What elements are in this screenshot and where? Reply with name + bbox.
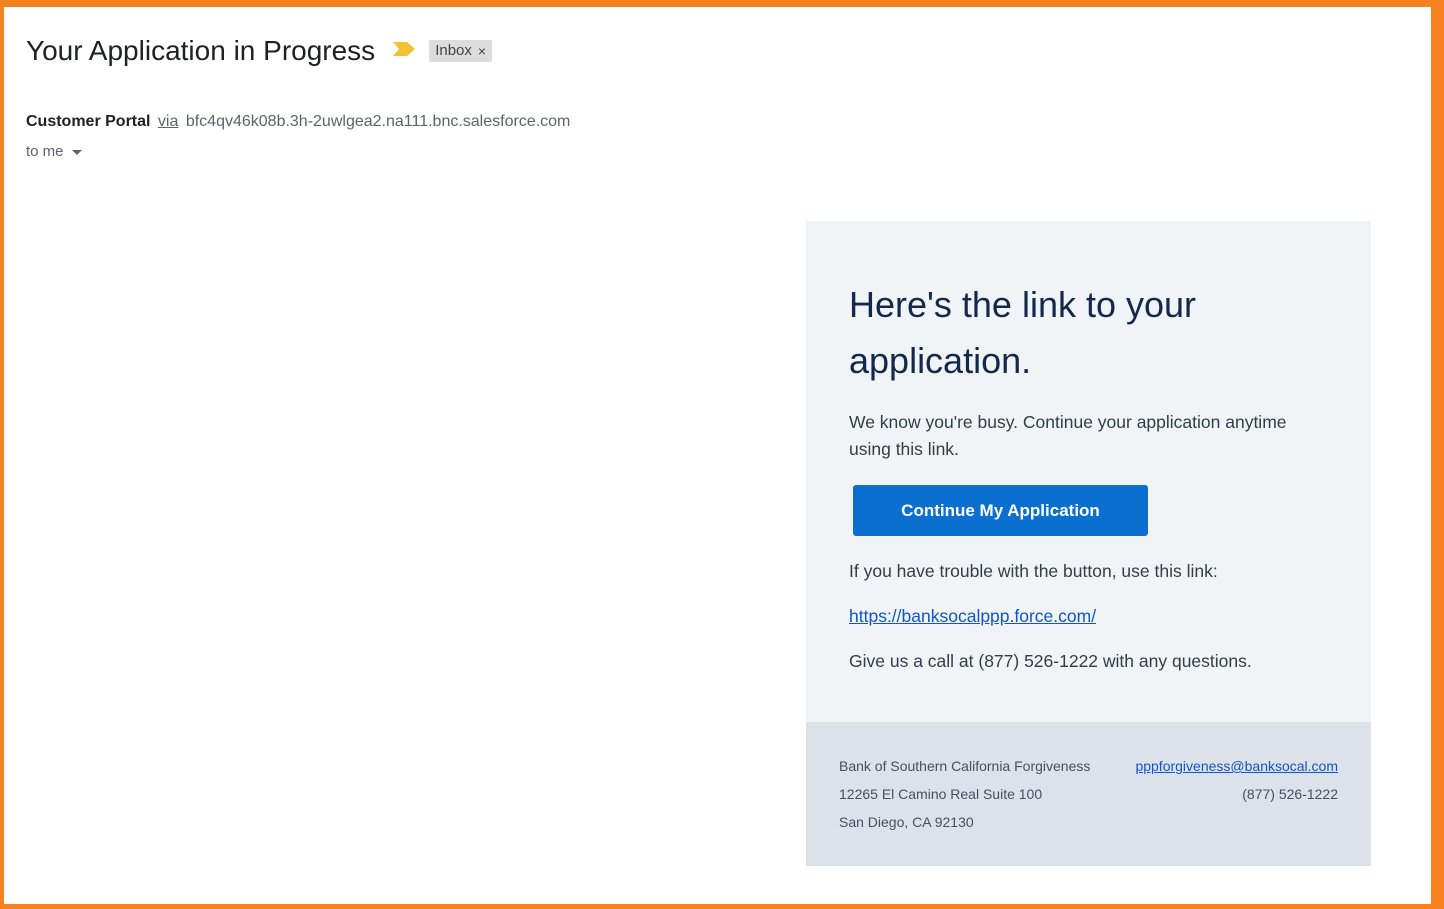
sender-row: Customer Portal via bfc4qv46k08b.3h-2uwl… [26,113,570,131]
continue-application-button[interactable]: Continue My Application [853,485,1148,536]
inbox-label-text: Inbox [435,42,472,59]
message-heading: Here's the link to your application. [849,284,1197,381]
email-card-footer: Bank of Southern California Forgiveness … [806,722,1371,866]
subject-row: Your Application in Progress Inbox × [26,35,493,67]
sender-domain: bfc4qv46k08b.3h-2uwlgea2.na111.bnc.sales… [185,113,571,130]
email-view-frame: Your Application in Progress Inbox × Cus… [0,0,1444,909]
call-text: Give us a call at (877) 526-1222 with an… [849,651,1252,671]
footer-street: 12265 El Camino Real Suite 100 [839,786,1043,802]
footer-email-link[interactable]: pppforgiveness@banksocal.com [1135,758,1338,774]
footer-city: San Diego, CA 92130 [839,814,974,830]
recipient-text: to me [26,143,64,160]
email-card-body: Here's the link to your application. We … [806,221,1371,722]
message-intro: We know you're busy. Continue your appli… [849,412,1287,459]
trouble-text: If you have trouble with the button, use… [849,561,1218,581]
sender-name: Customer Portal [26,113,151,130]
recipient-details-toggle[interactable]: to me [26,143,82,160]
footer-org-name: Bank of Southern California Forgiveness [839,758,1091,774]
inbox-label-chip: Inbox × [429,40,493,62]
remove-label-icon[interactable]: × [478,43,486,59]
email-subject: Your Application in Progress [26,35,376,66]
application-link[interactable]: https://banksocalppp.force.com/ [849,606,1096,627]
via-link[interactable]: via [158,113,178,130]
importance-marker-icon[interactable] [375,41,416,61]
email-card: Here's the link to your application. We … [806,221,1371,866]
footer-phone: (877) 526-1222 [1242,786,1338,802]
caret-down-icon[interactable] [71,149,82,155]
